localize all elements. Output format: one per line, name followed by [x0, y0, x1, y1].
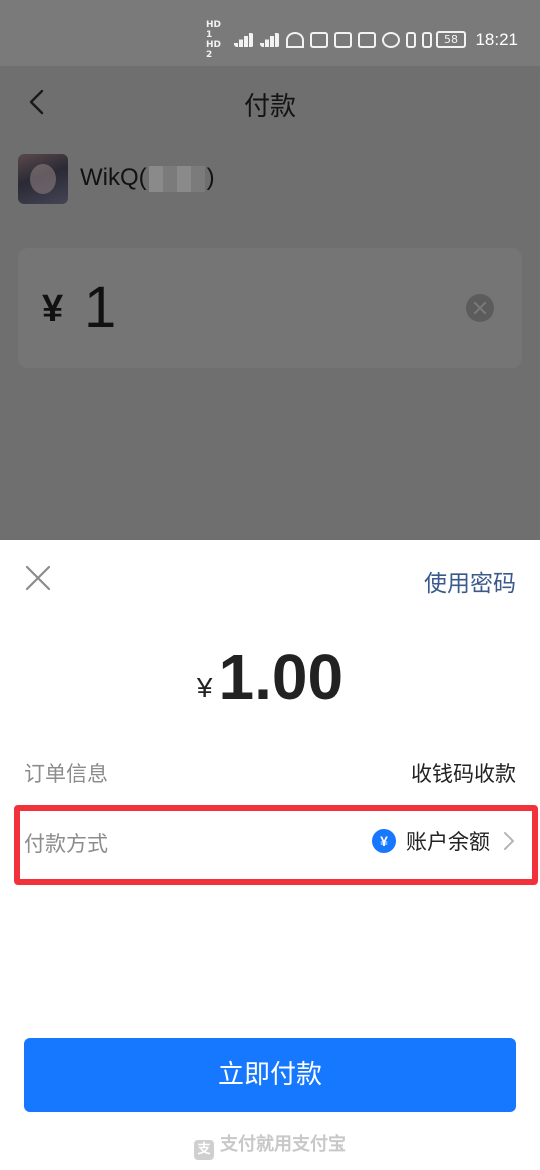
alarm-icon	[382, 32, 400, 48]
amount-input-box[interactable]: ¥ 1	[18, 248, 522, 368]
order-info-value: 收钱码收款	[411, 762, 516, 786]
status-time: 18:21	[475, 30, 518, 49]
clear-icon[interactable]	[466, 294, 494, 322]
close-icon[interactable]	[24, 564, 52, 592]
battery-indicator: 58	[436, 31, 466, 48]
currency-symbol: ¥	[42, 288, 64, 330]
payment-currency-symbol: ¥	[196, 672, 213, 703]
payee-name-suffix: )	[206, 164, 215, 191]
bluetooth-icon	[406, 32, 416, 48]
order-info-row: 订单信息 收钱码收款	[24, 752, 516, 792]
footer-slogan-text: 支付就用支付宝	[220, 1134, 346, 1155]
highlight-annotation-box	[14, 805, 538, 885]
page-title: 付款	[243, 92, 296, 122]
vibrate-icon	[422, 32, 432, 48]
app-notification-icon	[310, 32, 328, 48]
sim-indicator: HD 1 HD 2	[206, 20, 228, 60]
status-bar: HD 1 HD 2 58 18:21	[0, 0, 540, 66]
sim-1-label: HD 1	[206, 20, 222, 40]
sim-2-label: HD 2	[206, 40, 222, 60]
app-notification-icon-2	[334, 32, 352, 48]
order-info-label: 订单信息	[24, 762, 108, 786]
nfc-icon	[358, 32, 376, 48]
footer-slogan: 支支付就用支付宝	[0, 1130, 540, 1160]
wifi-icon	[286, 32, 304, 48]
payee-name: WikQ()	[80, 164, 215, 192]
payment-page-background: 付款 WikQ() ¥ 1	[0, 66, 540, 540]
signal-icon-2	[260, 33, 280, 47]
payment-amount-value: 1.00	[218, 641, 344, 713]
amount-input[interactable]: 1	[84, 274, 116, 341]
payee-name-redacted	[148, 165, 205, 192]
use-password-link[interactable]: 使用密码	[424, 564, 516, 598]
pay-now-button[interactable]: 立即付款	[24, 1038, 516, 1112]
signal-icon	[234, 33, 254, 47]
payment-amount: ¥1.00	[0, 640, 540, 714]
alipay-logo-icon: 支	[194, 1140, 214, 1160]
payment-confirm-sheet: 使用密码 ¥1.00 订单信息 收钱码收款 付款方式 ¥ 账户余额 立即付款 支…	[0, 540, 540, 1170]
payee-name-prefix: WikQ(	[80, 164, 147, 191]
payee-avatar	[18, 154, 68, 204]
status-icons: HD 1 HD 2	[206, 20, 432, 60]
